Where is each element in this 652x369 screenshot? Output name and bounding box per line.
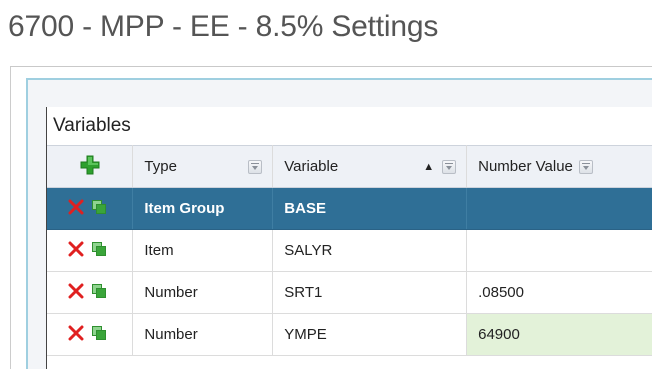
column-header-type-label: Type: [144, 158, 177, 175]
cell-number-value[interactable]: .08500: [466, 271, 652, 314]
variables-grid: Type Variable ▲ Number Value Item Group …: [47, 145, 652, 356]
copy-icon: [91, 199, 106, 214]
column-menu-icon: [251, 162, 260, 170]
copy-icon: [91, 325, 106, 340]
cell-number-value[interactable]: 64900: [466, 313, 652, 356]
row-actions-cell: [47, 313, 134, 356]
copy-row-button[interactable]: [91, 283, 106, 302]
table-row[interactable]: Number SRT1 .08500: [47, 271, 652, 314]
column-menu-icon: [581, 162, 590, 170]
row-actions-cell: [47, 271, 134, 314]
cell-variable[interactable]: BASE: [272, 187, 468, 230]
delete-x-icon: [68, 325, 84, 340]
column-menu-button-type[interactable]: [248, 159, 263, 174]
delete-x-icon: [68, 199, 84, 214]
copy-row-button[interactable]: [91, 199, 106, 218]
row-actions-cell: [47, 229, 134, 272]
cell-number-value[interactable]: [466, 229, 652, 272]
plus-icon: [80, 155, 100, 174]
delete-row-button[interactable]: [68, 241, 84, 261]
column-header-number-value[interactable]: Number Value: [466, 145, 652, 188]
cell-variable[interactable]: YMPE: [272, 313, 468, 356]
cell-variable[interactable]: SALYR: [272, 229, 468, 272]
cell-type[interactable]: Item Group: [132, 187, 274, 230]
row-actions-cell: [47, 187, 134, 230]
variables-panel: Variables Type Variable ▲ Number Value I…: [46, 107, 652, 369]
panel-title: Variables: [53, 115, 131, 136]
delete-row-button[interactable]: [68, 199, 84, 219]
table-row[interactable]: Number YMPE 64900: [47, 313, 652, 356]
column-header-variable[interactable]: Variable ▲: [272, 145, 468, 188]
copy-icon: [91, 241, 106, 256]
sort-ascending-icon: ▲: [423, 160, 435, 173]
settings-window: 6700 - MPP - EE - 8.5% Settings Variable…: [0, 0, 652, 369]
copy-row-button[interactable]: [91, 325, 106, 344]
column-header-variable-label: Variable: [284, 158, 339, 175]
copy-row-button[interactable]: [91, 241, 106, 260]
page-title: 6700 - MPP - EE - 8.5% Settings: [8, 10, 439, 43]
column-header-type[interactable]: Type: [132, 145, 274, 188]
grid-header-row: Type Variable ▲ Number Value: [47, 145, 652, 188]
cell-number-value[interactable]: [466, 187, 652, 230]
delete-row-button[interactable]: [68, 325, 84, 345]
add-row-button[interactable]: [80, 155, 100, 179]
table-row[interactable]: Item SALYR: [47, 229, 652, 272]
delete-x-icon: [68, 283, 84, 298]
column-menu-button-number-value[interactable]: [578, 159, 593, 174]
cell-type[interactable]: Number: [132, 313, 274, 356]
cell-type[interactable]: Number: [132, 271, 274, 314]
delete-x-icon: [68, 241, 84, 256]
cell-type[interactable]: Item: [132, 229, 274, 272]
table-row[interactable]: Item Group BASE: [47, 187, 652, 230]
copy-icon: [91, 283, 106, 298]
column-menu-button-variable[interactable]: [442, 159, 457, 174]
delete-row-button[interactable]: [68, 283, 84, 303]
header-actions-cell: [47, 145, 134, 188]
column-header-number-value-label: Number Value: [478, 158, 573, 175]
column-menu-icon: [445, 162, 454, 170]
cell-variable[interactable]: SRT1: [272, 271, 468, 314]
